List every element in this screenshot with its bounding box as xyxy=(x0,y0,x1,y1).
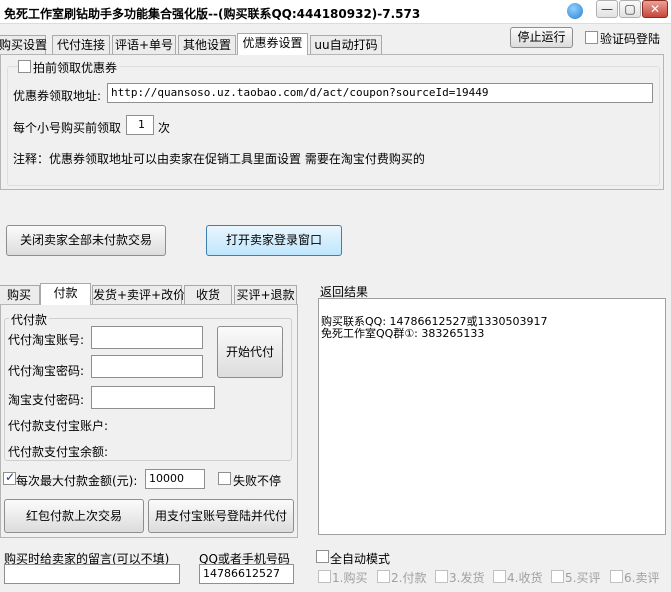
step-label-pay: 2.付款 xyxy=(391,571,427,585)
result-line: 免死工作室QQ群①: 383265133 xyxy=(321,327,485,340)
close-button[interactable]: ✕ xyxy=(642,0,668,18)
step-label-buyer-review: 5.买评 xyxy=(565,571,601,585)
tab-pay[interactable]: 付款 xyxy=(40,283,91,305)
proxy-password-input[interactable] xyxy=(91,355,203,378)
fail-continue-checkbox[interactable] xyxy=(218,472,231,485)
tab-receive[interactable]: 收货 xyxy=(184,285,232,305)
tab-other-settings[interactable]: 其他设置 xyxy=(178,35,236,55)
start-proxy-pay-button[interactable]: 开始代付 xyxy=(217,326,283,378)
step-label-buy: 1.购买 xyxy=(332,571,368,585)
minimize-button[interactable]: — xyxy=(596,0,618,18)
max-amount-input[interactable]: 10000 xyxy=(145,469,205,489)
tab-buy[interactable]: 购买 xyxy=(0,285,40,305)
tab-review-number[interactable]: 评语+单号 xyxy=(112,35,176,55)
coupon-count-prefix: 每个小号购买前领取 xyxy=(13,121,122,135)
fail-continue-label: 失败不停 xyxy=(233,474,282,488)
coupon-url-input[interactable]: http://quansoso.uz.taobao.com/d/act/coup… xyxy=(107,83,653,103)
maximize-button[interactable]: ▢ xyxy=(619,0,641,18)
proxy-account-input[interactable] xyxy=(91,326,203,349)
step-checkbox-ship[interactable] xyxy=(435,570,448,583)
step-label-ship: 3.发货 xyxy=(449,571,485,585)
qq-phone-input[interactable]: 14786612527 xyxy=(199,564,294,584)
tab-ship-review-price[interactable]: 发货+卖评+改价 xyxy=(92,285,185,305)
window-title: 免死工作室刷钻助手多功能集合强化版--(购买联系QQ:444180932)-7.… xyxy=(4,7,421,21)
step-checkbox-receive[interactable] xyxy=(493,570,506,583)
app-icon xyxy=(567,3,583,19)
max-amount-checkbox[interactable] xyxy=(3,470,16,485)
prefetch-coupon-label: 拍前领取优惠券 xyxy=(33,59,120,76)
close-unpaid-trades-button[interactable]: 关闭卖家全部未付款交易 xyxy=(6,225,166,256)
proxy-password-label: 代付淘宝密码: xyxy=(8,364,85,378)
auto-mode-checkbox[interactable] xyxy=(316,550,329,563)
alipay-login-pay-button[interactable]: 用支付宝账号登陆并代付 xyxy=(148,499,294,533)
alipay-account-label: 代付款支付宝账户: xyxy=(8,419,109,433)
open-seller-login-button[interactable]: 打开卖家登录窗口 xyxy=(206,225,342,256)
tab-review-refund[interactable]: 买评+退款 xyxy=(234,285,297,305)
prefetch-coupon-checkbox[interactable] xyxy=(18,60,31,73)
captcha-login-label: 验证码登陆 xyxy=(600,32,661,46)
stop-button[interactable]: 停止运行 xyxy=(510,27,573,48)
alipay-balance-label: 代付款支付宝余额: xyxy=(8,445,109,459)
max-amount-label: 每次最大付款金额(元): xyxy=(16,474,138,488)
proxy-account-label: 代付淘宝账号: xyxy=(8,333,85,347)
step-label-seller-review: 6.卖评 xyxy=(624,571,660,585)
redpacket-pay-button[interactable]: 红包付款上次交易 xyxy=(4,499,144,533)
coupon-url-label: 优惠券领取地址: xyxy=(13,89,102,103)
coupon-note: 注释：优惠券领取地址可以由卖家在促销工具里面设置 需要在淘宝付费购买的 xyxy=(13,152,425,166)
pay-password-input[interactable] xyxy=(91,386,215,409)
pay-password-label: 淘宝支付密码: xyxy=(8,393,85,407)
payment-group-title: 代付款 xyxy=(9,311,50,328)
seller-message-input[interactable] xyxy=(4,564,180,584)
tab-proxy-connect[interactable]: 代付连接 xyxy=(52,35,110,55)
coupon-count-input[interactable]: 1 xyxy=(126,115,154,135)
tab-uu-captcha[interactable]: uu自动打码 xyxy=(310,35,382,55)
step-checkbox-buyer-review[interactable] xyxy=(551,570,564,583)
step-checkbox-buy[interactable] xyxy=(318,570,331,583)
step-label-receive: 4.收货 xyxy=(507,571,543,585)
tab-purchase-settings[interactable]: 购买设置 xyxy=(0,35,47,55)
step-checkbox-seller-review[interactable] xyxy=(610,570,623,583)
step-checkbox-pay[interactable] xyxy=(377,570,390,583)
tab-coupon-settings[interactable]: 优惠券设置 xyxy=(237,33,308,55)
auto-mode-label: 全自动模式 xyxy=(330,552,391,566)
captcha-login-checkbox[interactable] xyxy=(585,31,598,44)
coupon-count-suffix: 次 xyxy=(158,121,171,135)
